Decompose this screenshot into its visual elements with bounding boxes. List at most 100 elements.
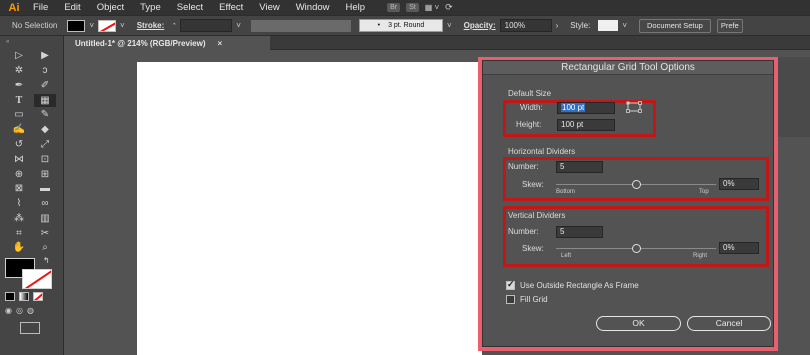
artboard-tool-icon[interactable]: ⌗ xyxy=(8,227,30,240)
slice-tool-icon[interactable]: ✂ xyxy=(34,227,56,240)
stroke-swatch[interactable] xyxy=(98,19,117,32)
gradient-mode-icon[interactable] xyxy=(19,292,29,301)
menu-view[interactable]: View xyxy=(251,2,287,13)
magic-wand-tool-icon[interactable]: ✲ xyxy=(8,65,30,78)
shape-builder-tool-icon[interactable]: ⊕ xyxy=(8,168,30,181)
vertical-skew-min-label: Left xyxy=(561,253,572,259)
paintbrush-tool-icon[interactable]: ✎ xyxy=(34,109,56,122)
width-label: Width: xyxy=(520,103,543,112)
use-outside-rectangle-checkbox[interactable] xyxy=(506,279,515,290)
menu-effect[interactable]: Effect xyxy=(211,2,251,13)
symbol-sprayer-tool-icon[interactable]: ⁂ xyxy=(8,213,30,226)
width-input[interactable]: 100 pt xyxy=(557,102,615,114)
hand-tool-icon[interactable]: ✋ xyxy=(8,242,30,255)
selection-tool-icon[interactable]: ▷ xyxy=(8,50,30,63)
menu-object[interactable]: Object xyxy=(89,2,132,13)
variable-width-profile[interactable] xyxy=(250,19,351,32)
menu-bar: Ai File Edit Object Type Select Effect V… xyxy=(0,0,810,15)
draw-normal-icon[interactable]: ◉ xyxy=(5,306,12,315)
eyedropper-tool-icon[interactable]: ⌇ xyxy=(8,198,30,211)
draw-behind-icon[interactable]: ◎ xyxy=(16,306,23,315)
color-mode-icon[interactable] xyxy=(5,292,15,301)
sync-icon[interactable]: ⟳ xyxy=(445,2,453,13)
direct-selection-tool-icon[interactable]: ▶ xyxy=(34,50,56,63)
draw-mode-row: ◉ ◎ ◍ xyxy=(5,306,34,315)
menu-file[interactable]: File xyxy=(25,2,56,13)
draw-inside-icon[interactable]: ◍ xyxy=(27,306,34,315)
chevron-right-icon[interactable]: › xyxy=(556,21,559,30)
vertical-number-input[interactable]: 5 xyxy=(556,226,603,238)
stock-button[interactable]: St xyxy=(406,3,419,12)
width-value: 100 pt xyxy=(561,103,586,112)
horizontal-skew-input[interactable]: 0% xyxy=(719,178,759,190)
gradient-tool-icon[interactable]: ▬ xyxy=(34,183,56,196)
close-icon[interactable]: × xyxy=(218,39,223,48)
vertical-dividers-highlight xyxy=(503,206,769,267)
pen-tool-icon[interactable]: ✒ xyxy=(8,80,30,93)
menu-window[interactable]: Window xyxy=(288,2,338,13)
height-input[interactable]: 100 pt xyxy=(557,119,615,131)
free-transform-tool-icon[interactable]: ⊡ xyxy=(34,153,56,166)
opacity-input[interactable]: 100% xyxy=(499,19,552,32)
horizontal-skew-max-label: Top xyxy=(699,189,709,195)
column-graph-tool-icon[interactable]: ▥ xyxy=(34,213,56,226)
menu-type[interactable]: Type xyxy=(132,2,169,13)
cancel-button[interactable]: Cancel xyxy=(687,316,771,331)
menu-extra-tools: Br St ▦ ˅ ⟳ xyxy=(387,2,453,13)
rotate-tool-icon[interactable]: ↺ xyxy=(8,139,30,152)
chevron-down-icon[interactable]: ˅ xyxy=(120,21,125,30)
brush-definition[interactable]: • 3 pt. Round xyxy=(358,19,443,32)
stroke-label[interactable]: Stroke: xyxy=(137,21,165,30)
graphic-style-swatch[interactable] xyxy=(598,20,619,31)
reference-point-icon[interactable] xyxy=(626,101,642,113)
horizontal-skew-min-label: Bottom xyxy=(556,189,576,195)
horizontal-skew-slider[interactable] xyxy=(631,179,641,189)
preferences-button[interactable]: Prefe xyxy=(716,18,743,33)
none-mode-icon[interactable] xyxy=(33,292,43,301)
perspective-grid-tool-icon[interactable]: ⊞ xyxy=(34,168,56,181)
blend-tool-icon[interactable]: ∞ xyxy=(34,198,56,211)
shaper-tool-icon[interactable]: ✍ xyxy=(8,124,30,137)
curvature-tool-icon[interactable]: ✐ xyxy=(34,80,56,93)
app-logo: Ai xyxy=(8,1,20,14)
zoom-tool-icon[interactable]: ⌕ xyxy=(34,242,56,255)
chevron-down-icon[interactable]: ˅ xyxy=(89,21,94,30)
chevron-down-icon[interactable]: ˅ xyxy=(622,21,627,30)
menu-help[interactable]: Help xyxy=(338,2,374,13)
vertical-skew-slider[interactable] xyxy=(631,243,641,253)
bridge-button[interactable]: Br xyxy=(387,3,401,12)
horizontal-number-input[interactable]: 5 xyxy=(556,161,603,173)
arrange-documents-icon[interactable]: ▦ ˅ xyxy=(425,3,439,12)
chevron-down-icon[interactable]: ˅ xyxy=(236,21,241,30)
scale-tool-icon[interactable]: ⤢ xyxy=(34,139,56,152)
artboard[interactable] xyxy=(137,62,482,355)
brush-dot-icon: • xyxy=(377,22,381,29)
ok-button[interactable]: OK xyxy=(596,316,681,331)
rectangle-tool-icon[interactable]: ▭ xyxy=(8,109,30,122)
opacity-label[interactable]: Opacity: xyxy=(464,21,496,30)
fill-grid-checkbox[interactable] xyxy=(506,295,515,304)
rectangular-grid-dialog: Rectangular Grid Tool Options Default Si… xyxy=(478,57,778,351)
panel-collapse-icon[interactable]: « xyxy=(6,39,9,45)
screen-mode-icon[interactable] xyxy=(20,322,40,334)
chevron-down-icon[interactable]: ˅ xyxy=(447,21,452,30)
stroke-weight-stepper[interactable]: ⌃ xyxy=(168,19,180,32)
width-tool-icon[interactable]: ⋈ xyxy=(8,153,30,166)
mesh-tool-icon[interactable]: ⊠ xyxy=(8,183,30,196)
type-tool-icon[interactable]: T xyxy=(8,94,30,107)
fill-swatch[interactable] xyxy=(67,19,86,32)
dialog-title: Rectangular Grid Tool Options xyxy=(483,61,773,75)
default-size-label: Default Size xyxy=(508,89,552,98)
tools-panel: « ▷ ▶ ✲ ↄ ✒ ✐ T ▦ ▭ ✎ ✍ ◆ ↺ ⤢ ⋈ ⊡ ⊕ ⊞ ⊠ … xyxy=(0,36,64,355)
stroke-color-box[interactable] xyxy=(22,269,52,289)
stroke-weight-input[interactable] xyxy=(180,19,233,32)
eraser-tool-icon[interactable]: ◆ xyxy=(34,124,56,137)
document-tab[interactable]: Untitled-1* @ 214% (RGB/Preview) × xyxy=(65,36,270,50)
menu-select[interactable]: Select xyxy=(169,2,211,13)
swap-fill-stroke-icon[interactable]: ↰ xyxy=(43,256,50,265)
menu-edit[interactable]: Edit xyxy=(56,2,88,13)
lasso-tool-icon[interactable]: ↄ xyxy=(34,65,56,78)
document-setup-button[interactable]: Document Setup xyxy=(638,18,711,33)
vertical-skew-input[interactable]: 0% xyxy=(719,242,759,254)
rectangular-grid-tool-icon[interactable]: ▦ xyxy=(34,94,56,107)
